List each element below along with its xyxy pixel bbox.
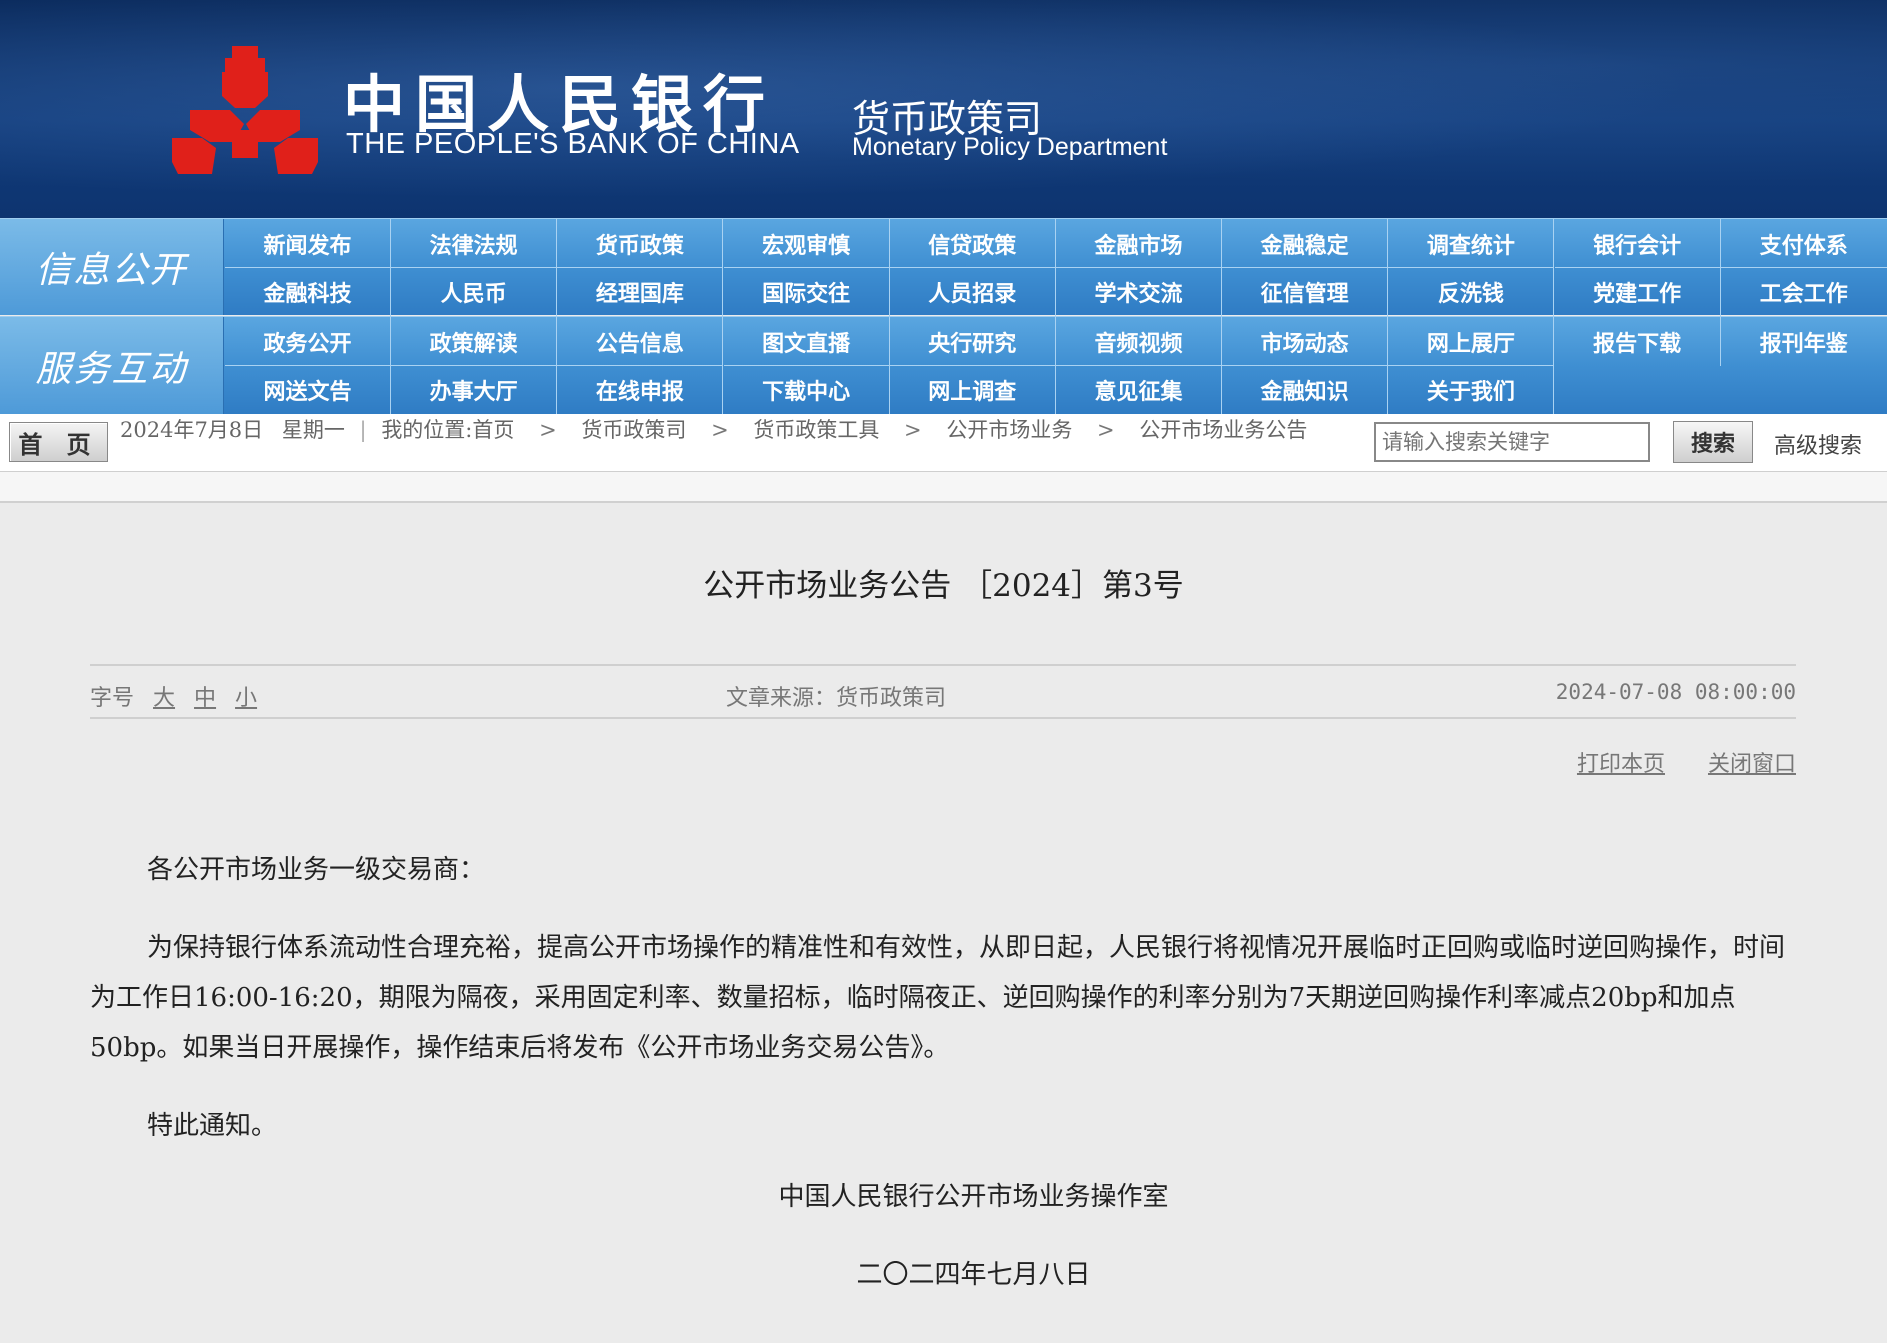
nav-item[interactable]: 货币政策 [557,219,724,268]
nav-item[interactable]: 音频视频 [1056,317,1222,366]
advanced-search-link[interactable]: 高级搜索 [1774,428,1862,460]
nav-item[interactable]: 金融知识 [1222,365,1389,414]
nav-item[interactable]: 国际交往 [723,267,890,316]
nav-item[interactable]: 市场动态 [1222,317,1389,366]
font-size-medium[interactable]: 中 [194,686,216,711]
crumb-link[interactable]: 货币政策司 [581,418,686,442]
nav-item[interactable]: 金融市场 [1056,219,1222,268]
nav-item[interactable]: 宏观审慎 [724,219,890,268]
separator: | [359,418,367,442]
chevron-right-icon: > [711,418,729,442]
nav-info-disclosure: 信息公开 新闻发布 法律法规 货币政策 宏观审慎 信贷政策 金融市场 金融稳定 调查统计 银行会… [0,218,1887,316]
font-size-large[interactable]: 大 [153,686,175,711]
pboc-logo-icon[interactable] [172,46,318,174]
article-meta: 字号 大 中 小 文章来源：货币政策司 2024-07-08 08:00:00 [90,664,1796,719]
nav-item[interactable]: 调查统计 [1388,219,1555,268]
nav-label-info: 信息公开 [0,219,224,315]
nav-item[interactable]: 党建工作 [1554,267,1721,316]
nav-item[interactable]: 法律法规 [391,219,558,268]
nav-item[interactable]: 支付体系 [1721,219,1887,268]
nav-label-service: 服务互动 [0,317,224,414]
nav-item[interactable]: 政策解读 [391,317,558,366]
crumb-link[interactable]: 公开市场业务 [946,418,1072,442]
sign-date: 二〇二四年七月八日 [856,1260,1091,1290]
dept-name-en: Monetary Policy Department [852,133,1168,161]
nav-item[interactable]: 人员招录 [889,267,1056,316]
salutation: 各公开市场业务一级交易商： [147,855,486,885]
nav-item[interactable]: 网送文告 [225,365,391,414]
body-paragraph: 为保持银行体系流动性合理充裕，提高公开市场操作的精准性和有效性，从即日起，人民银… [90,933,1786,1063]
crumb-link[interactable]: 货币政策工具 [753,418,879,442]
close-window-link[interactable]: 关闭窗口 [1708,752,1796,777]
nav-item[interactable]: 意见征集 [1056,365,1222,414]
nav-item[interactable]: 金融科技 [225,267,391,316]
nav-grid-info: 新闻发布 法律法规 货币政策 宏观审慎 信贷政策 金融市场 金融稳定 调查统计 银行会计 支付体系… [225,219,1887,316]
closing-remark: 特此通知。 [147,1111,278,1141]
print-page-link[interactable]: 打印本页 [1577,752,1665,777]
current-date: 2024年7月8日 [120,418,264,442]
nav-item[interactable]: 下载中心 [723,365,890,414]
font-size-switcher: 字号 大 中 小 [90,680,257,712]
article-source: 文章来源：货币政策司 [726,686,947,711]
nav-service-interaction: 服务互动 政务公开 政策解读 公告信息 图文直播 央行研究 音频视频 市场动态 网上展厅 报告下… [0,316,1887,414]
article-datetime: 2024-07-08 08:00:00 [1555,680,1796,704]
nav-item[interactable]: 银行会计 [1555,219,1721,268]
nav-item[interactable]: 报告下载 [1555,317,1721,366]
nav-item[interactable]: 办事大厅 [391,365,558,414]
home-button[interactable]: 首 页 [9,422,108,462]
signature: 中国人民银行公开市场业务操作室 [778,1182,1169,1212]
breadcrumb-bar: 首 页 2024年7月8日 星期一 | 我的位置:首页 > 货币政策司 > 货币… [0,414,1887,472]
nav-item[interactable]: 征信管理 [1222,267,1389,316]
nav-item[interactable]: 人民币 [391,267,558,316]
nav-item[interactable]: 反洗钱 [1388,267,1555,316]
article-title: 公开市场业务公告 ［2024］第3号 [703,568,1184,604]
font-size-small[interactable]: 小 [235,686,257,711]
current-weekday: 星期一 [281,418,345,442]
nav-item[interactable]: 央行研究 [890,317,1056,366]
nav-grid-service: 政务公开 政策解读 公告信息 图文直播 央行研究 音频视频 市场动态 网上展厅 报告下载 报刊年鉴… [225,317,1887,414]
nav-item[interactable]: 网上调查 [889,365,1056,414]
nav-item[interactable]: 关于我们 [1388,365,1555,414]
crumb-current[interactable]: 公开市场业务公告 [1139,418,1307,442]
nav-item[interactable]: 政务公开 [225,317,391,366]
nav-item[interactable]: 网上展厅 [1388,317,1555,366]
nav-item[interactable]: 工会工作 [1720,267,1887,316]
search-button[interactable]: 搜索 [1673,421,1753,463]
nav-item[interactable]: 公告信息 [557,317,724,366]
nav-item[interactable]: 图文直播 [724,317,890,366]
chevron-right-icon: > [1097,418,1115,442]
nav-item[interactable]: 在线申报 [557,365,724,414]
font-size-label: 字号 [90,686,135,711]
site-header: 中国人民银行 THE PEOPLE'S BANK OF CHINA 货币政策司 … [0,0,1887,218]
breadcrumb: 2024年7月8日 星期一 | 我的位置:首页 > 货币政策司 > 货币政策工具… [120,416,1360,444]
bank-name-en: THE PEOPLE'S BANK OF CHINA [346,128,800,160]
nav-item[interactable]: 金融稳定 [1222,219,1389,268]
article-body: 各公开市场业务一级交易商： 为保持银行体系流动性合理充裕，提高公开市场操作的精准… [90,845,1796,1151]
chevron-right-icon: > [904,418,922,442]
search-input[interactable] [1374,422,1650,462]
nav-item[interactable]: 新闻发布 [225,219,391,268]
divider-band [0,472,1887,503]
chevron-right-icon: > [539,418,557,442]
nav-item[interactable]: 经理国库 [557,267,724,316]
nav-item[interactable]: 报刊年鉴 [1721,317,1887,366]
article-tools: 打印本页 关闭窗口 [1541,746,1796,778]
nav-item[interactable]: 信贷政策 [890,219,1056,268]
nav-item[interactable]: 学术交流 [1056,267,1222,316]
crumb-home-link[interactable]: 我的位置:首页 [381,418,514,442]
